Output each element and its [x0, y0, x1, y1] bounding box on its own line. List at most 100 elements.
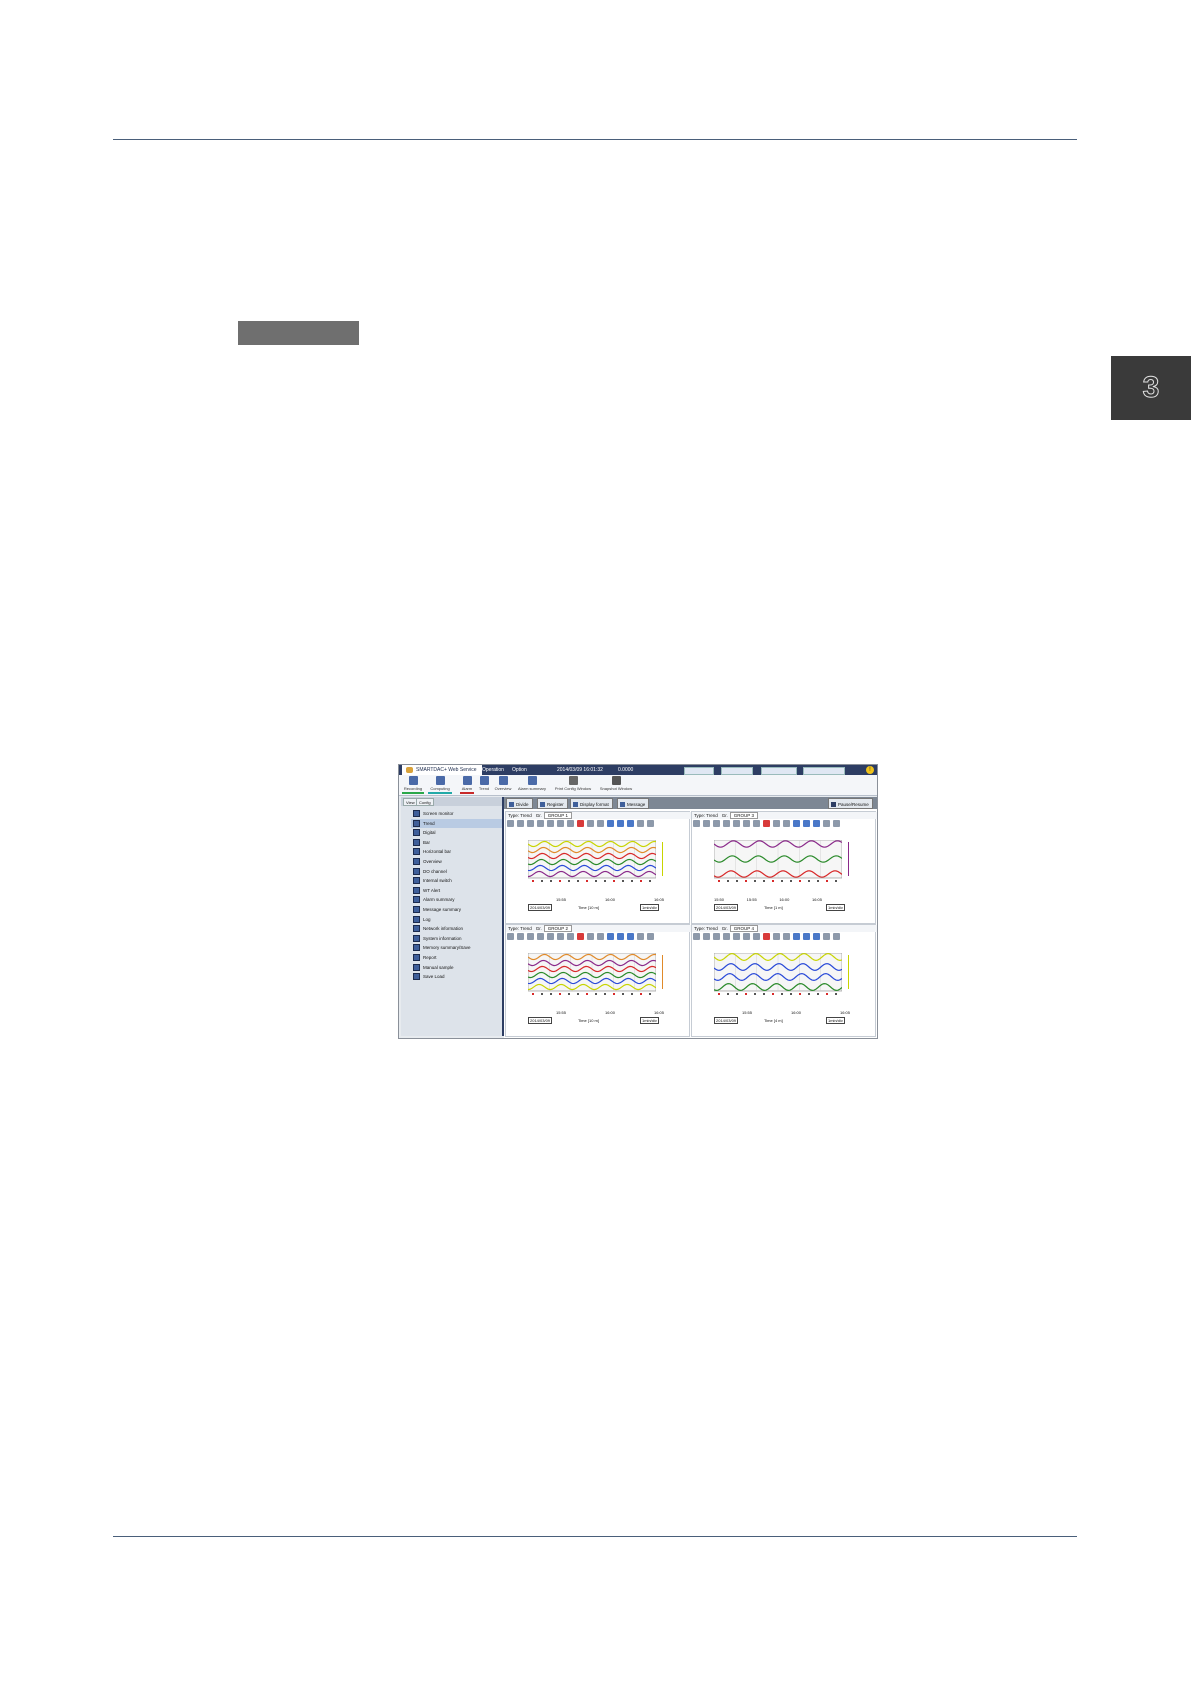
time-span-box[interactable]: 1min/div	[826, 1017, 845, 1024]
sidebar-item[interactable]: Save Load	[411, 972, 502, 982]
panel-tool-icon[interactable]	[743, 933, 750, 940]
recording-button[interactable]: Recording	[402, 776, 424, 794]
sidebar-item[interactable]: Network information	[411, 924, 502, 934]
panel-tool-icon[interactable]	[547, 820, 554, 827]
panel-tool-icon[interactable]	[733, 933, 740, 940]
alarm-summary-button[interactable]: Alarm summary	[516, 776, 548, 791]
panel-tool-icon[interactable]	[597, 820, 604, 827]
overview-button[interactable]: Overview	[493, 776, 513, 791]
panel-tool-icon[interactable]	[577, 820, 584, 827]
panel-tool-icon[interactable]	[713, 933, 720, 940]
time-span-box[interactable]: 1min/div	[826, 904, 845, 911]
panel-tool-icon[interactable]	[773, 933, 780, 940]
panel-tool-icon[interactable]	[597, 933, 604, 940]
tab-register[interactable]: Register	[537, 798, 568, 809]
panel-tool-icon[interactable]	[723, 820, 730, 827]
panel-tool-icon[interactable]	[517, 820, 524, 827]
panel-tool-icon[interactable]	[753, 933, 760, 940]
tab-message[interactable]: Message	[617, 798, 650, 809]
panel-tool-icon[interactable]	[783, 820, 790, 827]
panel-tool-icon[interactable]	[567, 933, 574, 940]
tab-display-format[interactable]: Display format	[570, 798, 613, 809]
group-select[interactable]: GROUP 1	[543, 812, 572, 819]
panel-tool-icon[interactable]	[763, 820, 770, 827]
panel-tool-icon[interactable]	[813, 820, 820, 827]
panel-tool-icon[interactable]	[713, 820, 720, 827]
panel-tool-icon[interactable]	[833, 933, 840, 940]
sidebar-item[interactable]: Screen monitor	[411, 809, 502, 819]
trend-button[interactable]: Trend	[477, 776, 491, 791]
sidebar-item[interactable]: Bar	[411, 838, 502, 848]
menu-operation[interactable]: Operation	[482, 767, 504, 773]
panel-tool-icon[interactable]	[547, 933, 554, 940]
panel-tool-icon[interactable]	[507, 820, 514, 827]
panel-tool-icon[interactable]	[823, 820, 830, 827]
sidebar-item[interactable]: Message summary	[411, 905, 502, 915]
sidebar-item[interactable]: Report	[411, 953, 502, 963]
panel-tool-icon[interactable]	[793, 933, 800, 940]
panel-tool-icon[interactable]	[703, 933, 710, 940]
panel-tool-icon[interactable]	[587, 820, 594, 827]
panel-tool-icon[interactable]	[833, 820, 840, 827]
sidebar-item[interactable]: Overview	[411, 857, 502, 867]
panel-tool-icon[interactable]	[637, 933, 644, 940]
sidebar-item[interactable]: System information	[411, 934, 502, 944]
time-span-box[interactable]: 1min/div	[640, 904, 659, 911]
menu-option[interactable]: Option	[512, 767, 527, 773]
sidebar-item[interactable]: Digital	[411, 828, 502, 838]
tab-divide[interactable]: Divide	[506, 798, 533, 809]
group-select[interactable]: GROUP 3	[729, 812, 758, 819]
panel-tool-icon[interactable]	[793, 820, 800, 827]
panel-tool-icon[interactable]	[627, 933, 634, 940]
panel-tool-icon[interactable]	[773, 820, 780, 827]
warning-icon[interactable]: !	[866, 766, 874, 774]
alarm-button[interactable]: Alarm	[460, 776, 474, 794]
panel-tool-icon[interactable]	[567, 820, 574, 827]
snapshot-window-button[interactable]: Snapshot Window	[597, 776, 635, 791]
sidebar-item[interactable]: Alarm summary	[411, 895, 502, 905]
panel-tool-icon[interactable]	[803, 820, 810, 827]
sidebar-item[interactable]: Internal switch	[411, 876, 502, 886]
group-select[interactable]: GROUP 4	[729, 925, 758, 932]
print-config-window-button[interactable]: Print Config Window	[552, 776, 594, 791]
panel-tool-icon[interactable]	[557, 820, 564, 827]
panel-tool-icon[interactable]	[557, 933, 564, 940]
panel-tool-icon[interactable]	[753, 820, 760, 827]
sidebar-item[interactable]: Memory summary/Save	[411, 943, 502, 953]
panel-tool-icon[interactable]	[703, 820, 710, 827]
computing-button[interactable]: Computing	[428, 776, 452, 794]
panel-tool-icon[interactable]	[733, 820, 740, 827]
panel-tool-icon[interactable]	[537, 820, 544, 827]
panel-tool-icon[interactable]	[627, 820, 634, 827]
panel-tool-icon[interactable]	[617, 820, 624, 827]
panel-tool-icon[interactable]	[527, 820, 534, 827]
sidebar-item[interactable]: Log	[411, 915, 502, 925]
panel-tool-icon[interactable]	[587, 933, 594, 940]
panel-tool-icon[interactable]	[527, 933, 534, 940]
panel-tool-icon[interactable]	[637, 820, 644, 827]
panel-tool-icon[interactable]	[693, 933, 700, 940]
panel-tool-icon[interactable]	[693, 820, 700, 827]
panel-tool-icon[interactable]	[577, 933, 584, 940]
panel-tool-icon[interactable]	[803, 933, 810, 940]
panel-tool-icon[interactable]	[743, 820, 750, 827]
panel-tool-icon[interactable]	[647, 933, 654, 940]
sidebar-item[interactable]: Trend	[411, 818, 502, 829]
sidebar-item[interactable]: WT Alert	[411, 886, 502, 896]
pause-resume-button[interactable]: Pause/Resume	[828, 798, 873, 809]
time-span-box[interactable]: 1min/div	[640, 1017, 659, 1024]
sidebar-item[interactable]: Manual sample	[411, 963, 502, 973]
panel-tool-icon[interactable]	[813, 933, 820, 940]
sidebar-item[interactable]: Horizontal bar	[411, 847, 502, 857]
panel-tool-icon[interactable]	[607, 933, 614, 940]
panel-tool-icon[interactable]	[537, 933, 544, 940]
panel-tool-icon[interactable]	[507, 933, 514, 940]
panel-tool-icon[interactable]	[823, 933, 830, 940]
tab-config[interactable]: Config	[416, 798, 434, 806]
panel-tool-icon[interactable]	[517, 933, 524, 940]
sidebar-item[interactable]: DO channel	[411, 867, 502, 877]
panel-tool-icon[interactable]	[763, 933, 770, 940]
panel-tool-icon[interactable]	[783, 933, 790, 940]
panel-tool-icon[interactable]	[723, 933, 730, 940]
panel-tool-icon[interactable]	[647, 820, 654, 827]
